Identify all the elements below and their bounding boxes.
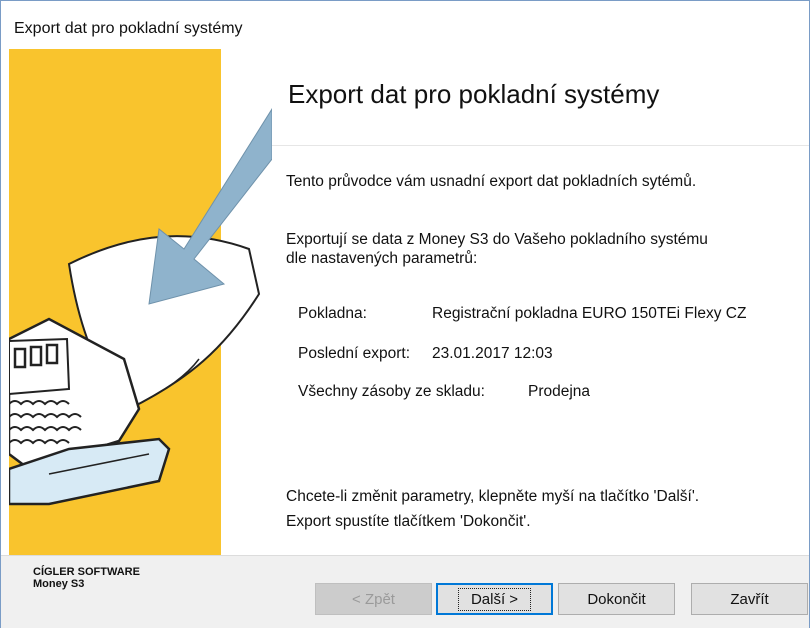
hint-text-1: Chcete-li změnit parametry, klepněte myš… [286,488,700,505]
button-bar: CÍGLER SOFTWARE Money S3 < Zpět Další > … [1,555,809,628]
next-button-label: Další > [457,587,532,611]
window-title: Export dat pro pokladní systémy [14,20,243,37]
export-wizard-window: Export dat pro pokladní systémy Export d… [0,0,810,628]
page-heading: Export dat pro pokladní systémy [288,79,660,109]
back-button[interactable]: < Zpět [315,583,432,615]
wizard-illustration [9,49,272,555]
header-divider [272,145,809,146]
brand-label: CÍGLER SOFTWARE Money S3 [33,566,140,590]
field-value: Prodejna [528,383,591,400]
brand-company: CÍGLER SOFTWARE [33,566,140,578]
finish-button[interactable]: Dokončit [558,583,675,615]
brand-product: Money S3 [33,578,85,590]
field-last-export: Poslední export: 23.01.2017 12:03 [298,345,553,363]
title-bar[interactable]: Export dat pro pokladní systémy [1,1,809,47]
close-button[interactable]: Zavřít [691,583,808,615]
hint-text-2: Export spustíte tlačítkem 'Dokončit'. [286,513,531,530]
intro-text-1: Tento průvodce vám usnadní export dat po… [286,173,697,190]
cash-register-illustration [9,49,272,555]
field-label: Pokladna: [298,305,367,322]
field-label: Poslední export: [298,345,411,362]
field-label: Všechny zásoby ze skladu: [298,383,485,400]
field-warehouse: Všechny zásoby ze skladu: Prodejna [298,383,590,401]
field-pokladna: Pokladna: Registrační pokladna EURO 150T… [298,305,746,323]
intro-text-2: Exportují se data z Money S3 do Vašeho p… [286,231,708,267]
field-value: 23.01.2017 12:03 [432,345,553,362]
wizard-content: Export dat pro pokladní systémy Tento pr… [272,49,809,555]
next-button[interactable]: Další > [436,583,553,615]
field-value: Registrační pokladna EURO 150TEi Flexy C… [432,305,747,322]
